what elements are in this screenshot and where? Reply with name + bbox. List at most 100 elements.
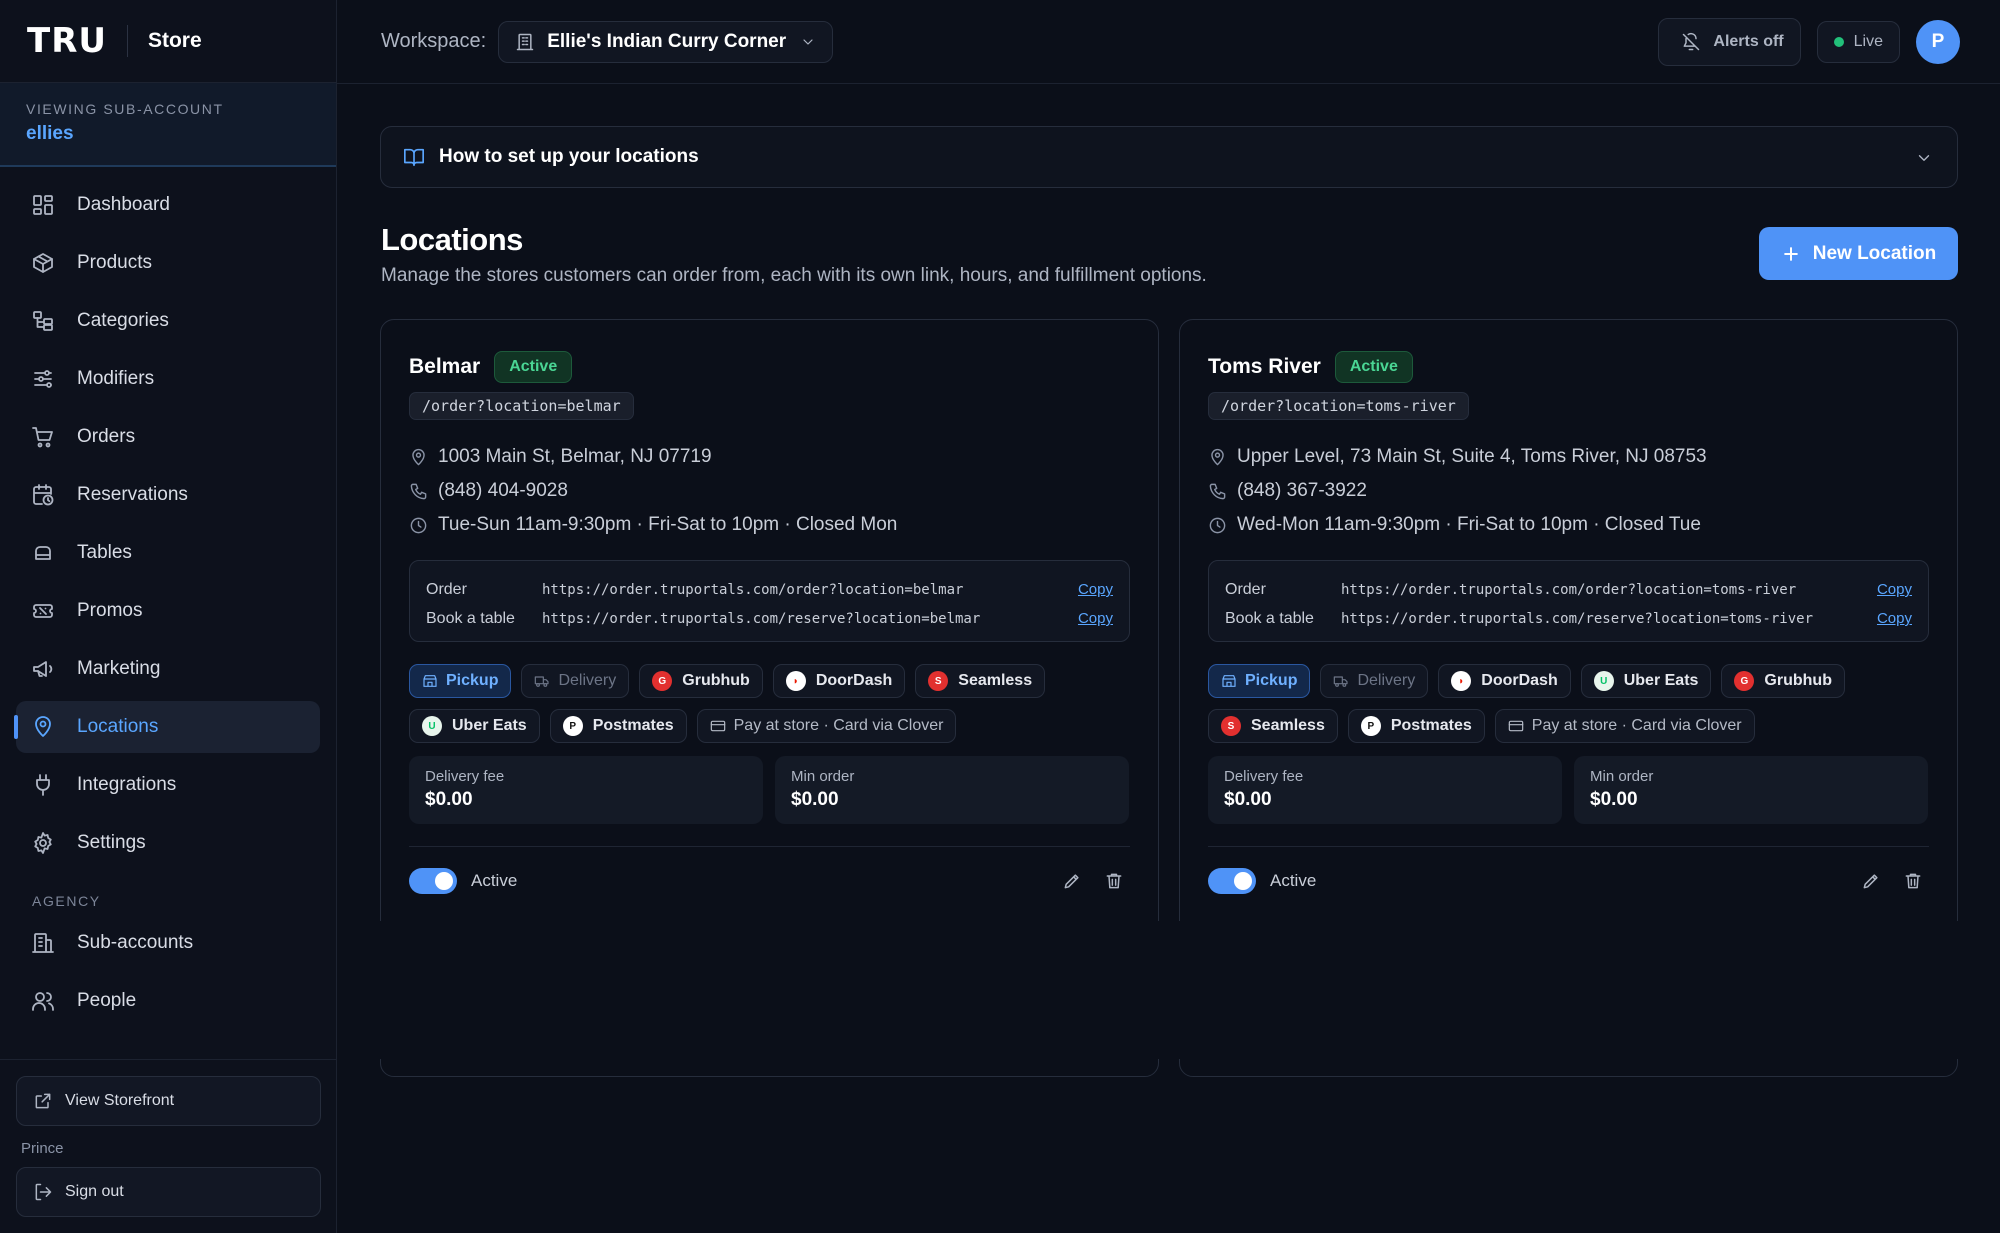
doordash-icon: ◗ [785, 671, 806, 691]
chip-doordash[interactable]: ◗ DoorDash [1438, 664, 1571, 698]
sidebar-item-marketing[interactable]: Marketing [16, 643, 320, 695]
sidebar-item-sub-accounts[interactable]: Sub-accounts [16, 917, 320, 969]
sidebar-item-dashboard[interactable]: Dashboard [16, 179, 320, 231]
page-subtitle: Manage the stores customers can order fr… [381, 265, 1207, 286]
sidebar-item-products[interactable]: Products [16, 237, 320, 289]
sidebar-item-label: Locations [77, 716, 159, 737]
chip-pay-at-store[interactable]: Pay at store · Card via Clover [1494, 709, 1755, 743]
uber-eats-icon: U [422, 716, 442, 736]
location-address: Upper Level, 73 Main St, Suite 4, Toms R… [1208, 440, 1929, 474]
chip-pickup[interactable]: Pickup [1208, 664, 1311, 698]
chip-pay-at-store[interactable]: Pay at store · Card via Clover [696, 709, 957, 743]
chip-seamless[interactable]: S Seamless [1208, 709, 1338, 743]
active-toggle[interactable] [1208, 868, 1256, 894]
avatar[interactable]: P [1916, 20, 1960, 64]
min-order-value: $0.00 [1590, 789, 1638, 810]
chip-seamless[interactable]: S Seamless [915, 664, 1046, 698]
new-location-button[interactable]: New Location [1759, 227, 1958, 280]
brand-store-label: Store [147, 29, 202, 52]
order-link-label: Order [426, 580, 467, 598]
sidebar-item-tables[interactable]: Tables [16, 527, 320, 579]
plus-icon [1783, 246, 1798, 261]
phone-text: (848) 404-9028 [438, 480, 568, 501]
phone-icon [410, 483, 427, 499]
chip-label: Pickup [446, 672, 499, 689]
gear-icon [34, 832, 52, 854]
hours-text: Tue-Sun 11am-9:30pm · Fri-Sat to 10pm · … [438, 514, 898, 535]
location-name: Toms River [1208, 355, 1321, 378]
address-text: Upper Level, 73 Main St, Suite 4, Toms R… [1237, 446, 1707, 467]
chip-label: Pickup [1245, 672, 1298, 689]
store-icon [1222, 675, 1236, 687]
address-text: 1003 Main St, Belmar, NJ 07719 [438, 446, 712, 467]
sidebar-item-label: Tables [77, 542, 132, 563]
live-status-badge[interactable]: Live [1816, 21, 1900, 63]
sign-out-button[interactable]: Sign out [16, 1167, 321, 1217]
workspace-select[interactable]: Ellie's Indian Curry Corner [498, 20, 834, 63]
credit-card-icon [1508, 720, 1524, 732]
copy-book-link[interactable]: Copy [1078, 610, 1113, 627]
sign-out-label: Sign out [65, 1183, 124, 1200]
location-links: Order https://order.truportals.com/order… [409, 560, 1130, 642]
sidebar-item-promos[interactable]: Promos [16, 585, 320, 637]
phone-icon [1209, 483, 1226, 499]
chip-pickup[interactable]: Pickup [409, 664, 512, 698]
chip-doordash[interactable]: ◗ DoorDash [772, 664, 906, 698]
page-title: Locations [381, 222, 523, 257]
workspace-label: Workspace: [381, 30, 487, 52]
chip-label: Grubhub [1764, 672, 1832, 689]
tru-logo[interactable]: TRU [27, 21, 107, 61]
credit-card-icon [710, 720, 725, 732]
blank-overlay [338, 921, 2000, 1059]
topbar-actions: Alerts off Live P [1658, 18, 1960, 66]
chip-delivery[interactable]: Delivery [1320, 664, 1429, 698]
viewing-sub-account: VIEWING SUB-ACCOUNT ellies [0, 83, 336, 167]
sidebar-item-integrations[interactable]: Integrations [16, 759, 320, 811]
new-location-label: New Location [1812, 242, 1937, 264]
topbar: Workspace: Ellie's Indian Curry Corner A… [337, 0, 2000, 84]
chip-uber-eats[interactable]: U Uber Eats [1580, 664, 1712, 698]
chip-delivery[interactable]: Delivery [521, 664, 630, 698]
sidebar-item-reservations[interactable]: Reservations [16, 469, 320, 521]
viewing-sub-account-name: ellies [26, 123, 74, 144]
sidebar-item-label: Integrations [77, 774, 177, 795]
sidebar-item-locations[interactable]: Locations [14, 701, 320, 753]
chip-label: Pay at store · Card via Clover [1531, 717, 1742, 734]
status-badge: Active [1334, 351, 1413, 383]
seamless-icon: S [1221, 716, 1241, 736]
chip-label: Seamless [958, 672, 1033, 689]
chip-uber-eats[interactable]: U Uber Eats [409, 709, 540, 743]
sidebar-item-people[interactable]: People [16, 975, 320, 1027]
sidebar-item-modifiers[interactable]: Modifiers [16, 353, 320, 405]
copy-order-link[interactable]: Copy [1877, 581, 1912, 598]
copy-book-link[interactable]: Copy [1877, 610, 1912, 627]
chip-postmates[interactable]: P Postmates [549, 709, 687, 743]
copy-order-link[interactable]: Copy [1078, 581, 1113, 598]
chip-postmates[interactable]: P Postmates [1347, 709, 1485, 743]
active-toggle[interactable] [409, 868, 457, 894]
sidebar-item-settings[interactable]: Settings [16, 817, 320, 869]
view-storefront-button[interactable]: View Storefront [16, 1076, 321, 1126]
trash-icon[interactable] [1903, 871, 1923, 891]
chip-grubhub[interactable]: G Grubhub [639, 664, 763, 698]
sidebar-item-orders[interactable]: Orders [16, 411, 320, 463]
trash-icon[interactable] [1104, 871, 1124, 891]
users-icon [32, 992, 54, 1011]
sidebar-item-categories[interactable]: Categories [16, 295, 320, 347]
chip-grubhub[interactable]: G Grubhub [1721, 664, 1845, 698]
doordash-icon: ◗ [1451, 671, 1472, 691]
live-status-dot [1833, 37, 1844, 47]
pencil-icon[interactable] [1861, 871, 1881, 891]
howto-accordion[interactable]: How to set up your locations [380, 126, 1958, 188]
delivery-fee-stat: Delivery fee $0.00 [409, 756, 763, 824]
howto-title: How to set up your locations [439, 146, 699, 167]
location-name: Belmar [409, 355, 481, 378]
grubhub-icon: G [652, 671, 673, 691]
alerts-toggle-button[interactable]: Alerts off [1658, 18, 1801, 66]
map-pin-icon [412, 448, 425, 465]
location-hours: Wed-Mon 11am-9:30pm · Fri-Sat to 10pm · … [1208, 508, 1929, 542]
location-hours: Tue-Sun 11am-9:30pm · Fri-Sat to 10pm · … [409, 508, 1130, 542]
active-toggle-label: Active [471, 871, 518, 890]
postmates-icon: P [562, 716, 583, 736]
pencil-icon[interactable] [1062, 871, 1082, 891]
